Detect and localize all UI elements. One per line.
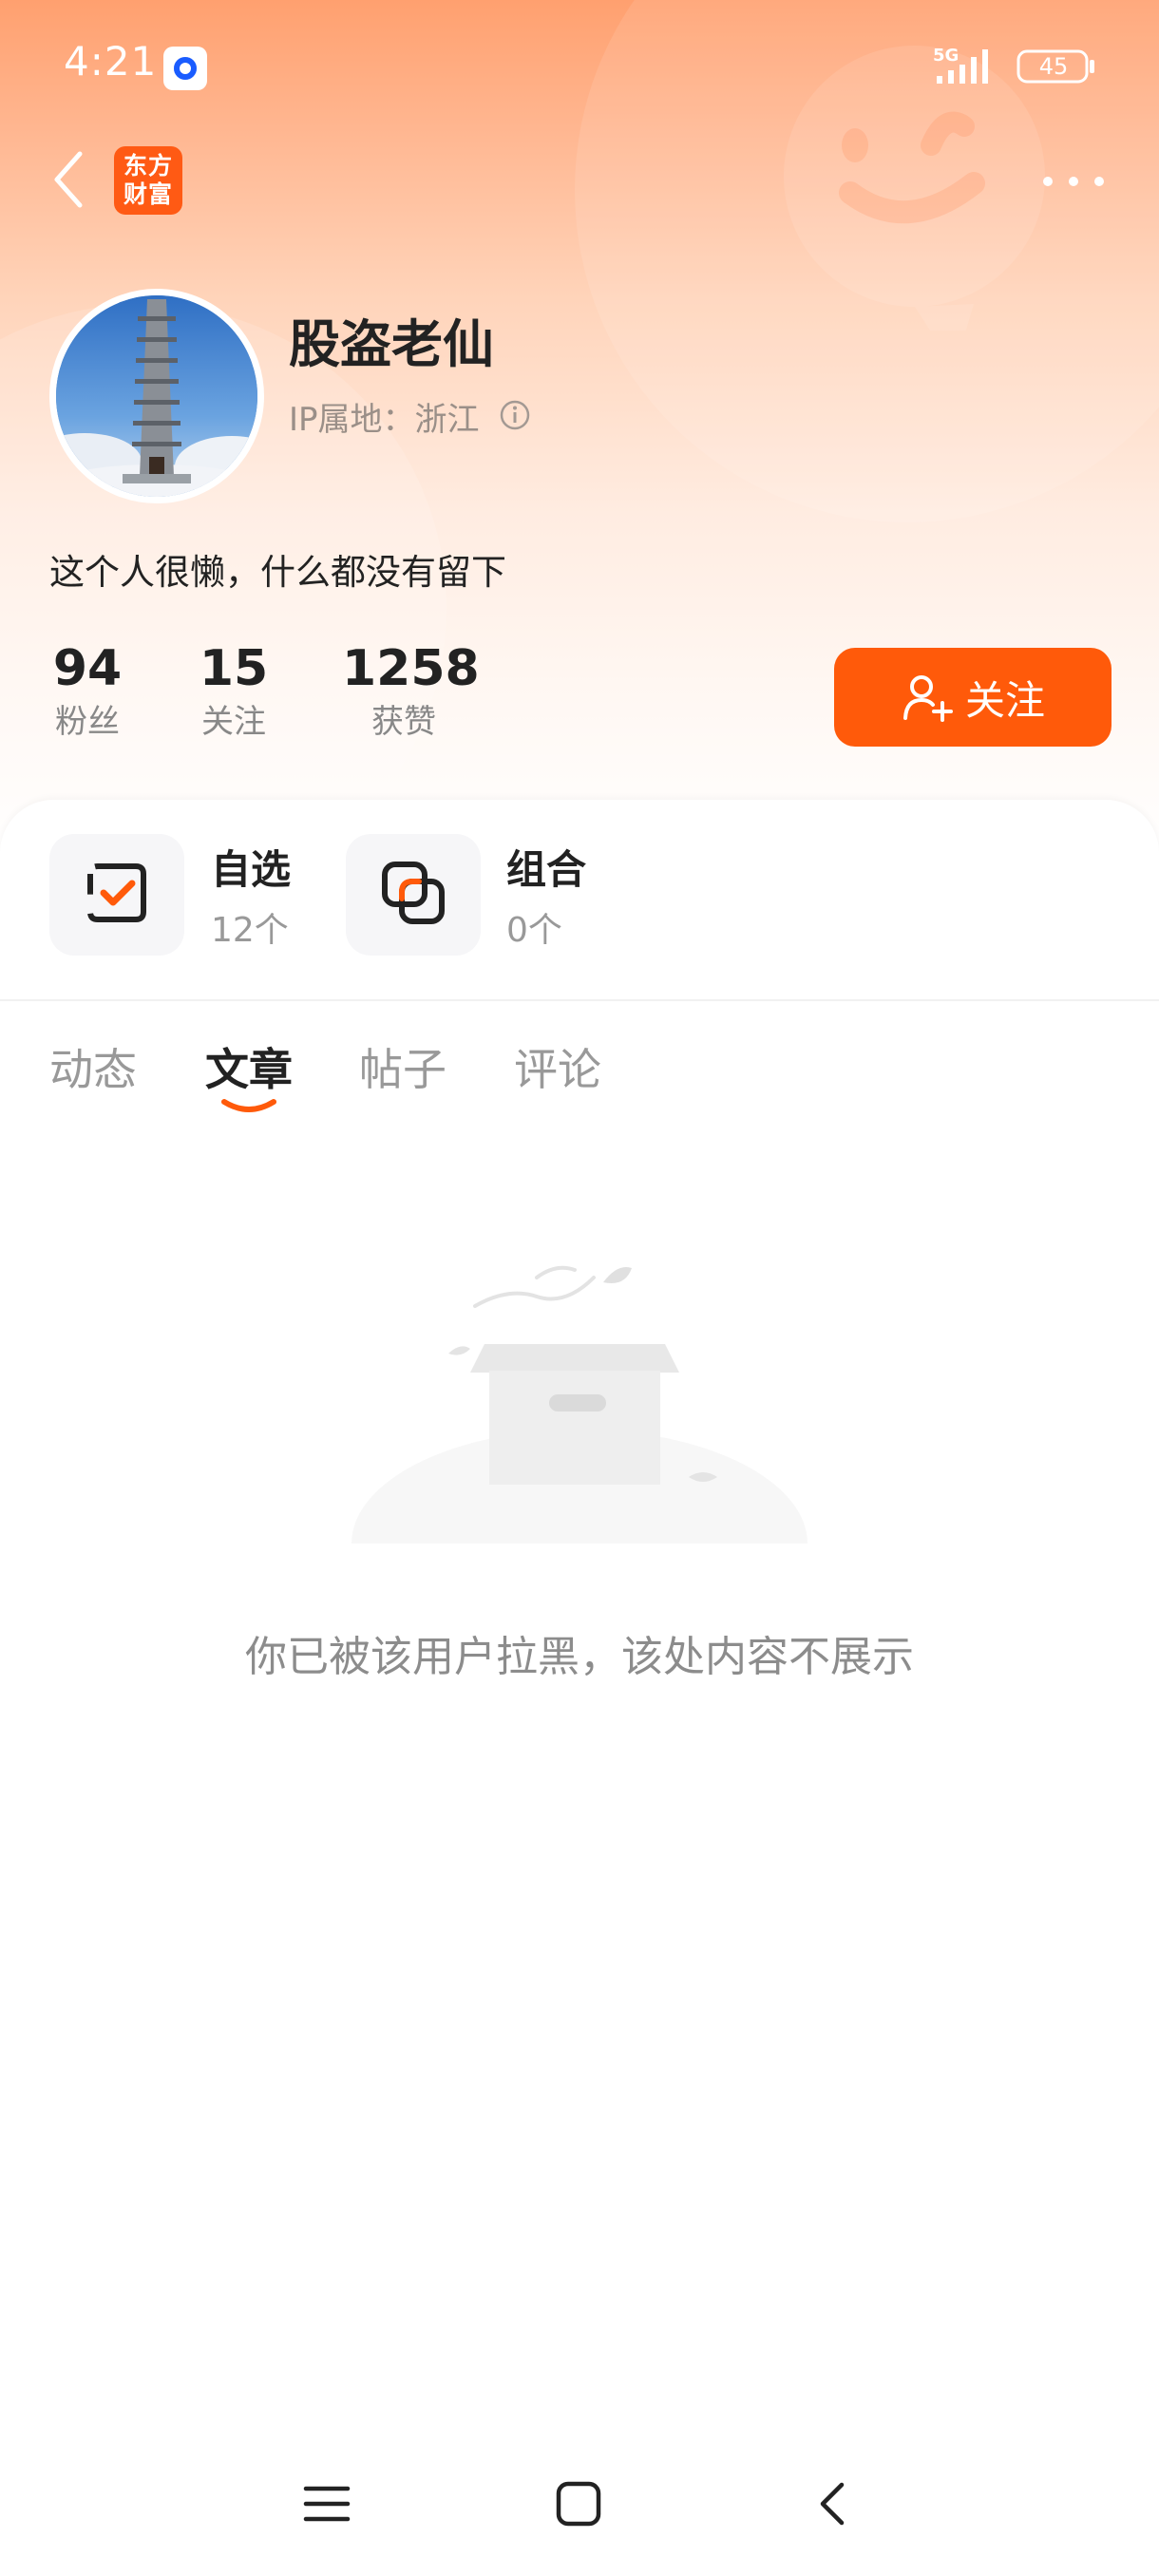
- combo-count: 0个: [506, 911, 562, 950]
- stat-following[interactable]: 15 关注: [196, 640, 272, 743]
- notification-app-icon: [163, 47, 207, 90]
- logo-text-line2: 财富: [123, 180, 173, 208]
- empty-box-illustration: [342, 1265, 817, 1563]
- stat-value: 94: [52, 640, 123, 697]
- chevron-left-icon[interactable]: [49, 150, 87, 209]
- avatar[interactable]: [49, 289, 264, 503]
- signal-icon: 5G: [933, 46, 988, 84]
- stat-label: 获赞: [371, 703, 436, 741]
- combo-tile[interactable]: [346, 834, 481, 956]
- tab-posts[interactable]: 帖子: [359, 1035, 446, 1098]
- stat-likes[interactable]: 1258 获赞: [342, 640, 480, 743]
- tab-indicator: [221, 1099, 276, 1112]
- user-name: 股盗老仙: [289, 314, 494, 374]
- square-home-icon[interactable]: [554, 2479, 603, 2529]
- menu-lines-icon[interactable]: [302, 2479, 352, 2529]
- follow-button-label: 关注: [964, 676, 1045, 724]
- tab-articles[interactable]: 文章: [205, 1035, 293, 1098]
- chevron-left-icon[interactable]: [809, 2479, 859, 2529]
- stat-value: 15: [199, 640, 269, 697]
- watchlist-count: 12个: [211, 911, 289, 950]
- app-logo: 东方 财富: [114, 146, 182, 215]
- tab-dynamics[interactable]: 动态: [49, 1035, 137, 1098]
- user-plus-icon: [902, 675, 953, 722]
- status-time: 4:21: [64, 38, 158, 85]
- watchlist-title[interactable]: 自选: [211, 838, 291, 896]
- section-divider: [0, 999, 1159, 1001]
- tab-comments[interactable]: 评论: [514, 1035, 601, 1098]
- ip-location: IP属地：浙江: [289, 401, 480, 439]
- watchlist-tile[interactable]: [49, 834, 184, 956]
- stat-label: 粉丝: [55, 703, 120, 741]
- info-circle-icon[interactable]: [499, 399, 531, 431]
- user-bio: 这个人很懒，什么都没有留下: [49, 552, 506, 593]
- battery-level: 45: [1038, 53, 1069, 80]
- stat-fans[interactable]: 94 粉丝: [49, 640, 125, 743]
- overlapping-squares-icon: [382, 862, 445, 924]
- stat-label: 关注: [201, 703, 266, 741]
- stat-value: 1258: [342, 640, 480, 697]
- empty-state-message: 你已被该用户拉黑，该处内容不展示: [245, 1633, 914, 1681]
- logo-text-line1: 东方: [123, 152, 173, 180]
- checkbox-check-icon: [87, 863, 146, 922]
- combo-title[interactable]: 组合: [506, 838, 586, 896]
- follow-button[interactable]: 关注: [834, 648, 1112, 747]
- more-dots-icon[interactable]: [1040, 171, 1107, 192]
- network-label: 5G: [933, 46, 959, 66]
